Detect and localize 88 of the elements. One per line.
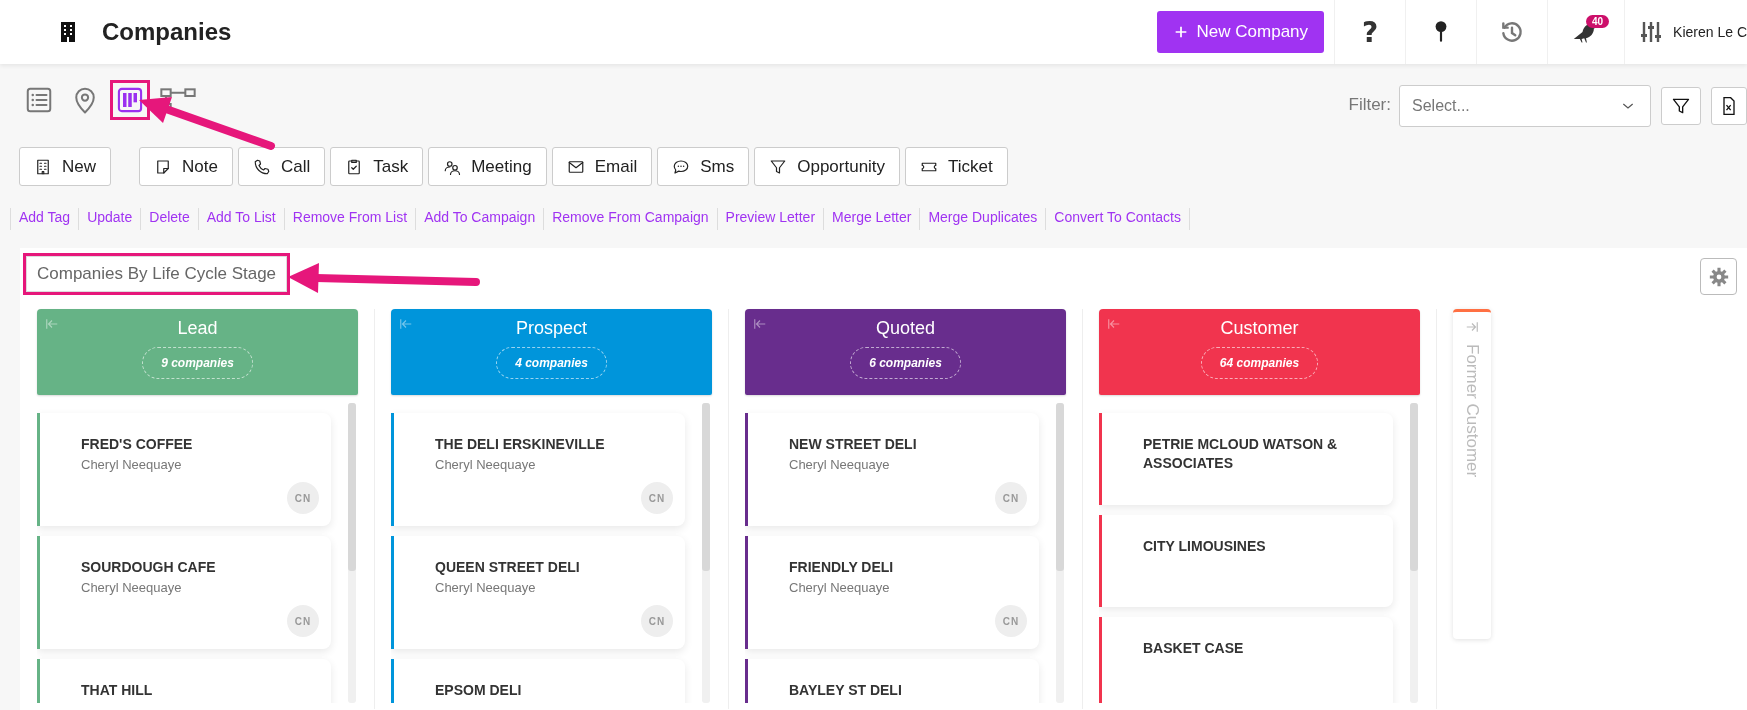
action-link[interactable]: Add Tag <box>10 208 79 230</box>
company-name: QUEEN STREET DELI <box>435 558 581 577</box>
column-title: Lead <box>177 318 218 339</box>
company-card[interactable]: FRIENDLY DELI Cheryl Neequaye CN <box>745 536 1039 649</box>
filter-label: Filter: <box>1348 95 1391 115</box>
meeting-button[interactable]: Meeting <box>428 147 547 186</box>
kanban-icon <box>116 86 144 114</box>
settings-button[interactable] <box>1700 258 1737 295</box>
expand-arrow-icon <box>1465 320 1479 334</box>
owner-name: Cheryl Neequaye <box>81 580 183 595</box>
note-icon <box>154 157 172 176</box>
user-name[interactable]: Kieren Le C <box>1673 24 1747 40</box>
action-link[interactable]: Update <box>78 208 141 230</box>
owner-avatar: CN <box>641 605 673 637</box>
owner-avatar: CN <box>287 482 319 514</box>
filter-select[interactable]: Select... <box>1399 85 1651 127</box>
sms-button[interactable]: Sms <box>657 147 750 186</box>
company-name: FRED'S COFFEE <box>81 435 194 454</box>
company-card[interactable]: THE DELI ERSKINEVILLE Cheryl Neequaye CN <box>391 413 685 526</box>
collapse-arrow-icon <box>1107 317 1121 331</box>
kanban-view-button[interactable] <box>110 80 150 120</box>
company-card[interactable]: BASKET CASE <box>1099 617 1393 703</box>
action-link[interactable]: Add To Campaign <box>415 208 544 230</box>
company-name: CITY LIMOUSINES <box>1143 537 1267 556</box>
sliders-icon <box>1639 20 1664 44</box>
owner-name: Cheryl Neequaye <box>81 457 183 472</box>
collapse-arrow-icon <box>753 317 767 331</box>
company-card[interactable]: NEW STREET DELI Cheryl Neequaye CN <box>745 413 1039 526</box>
phone-icon <box>252 157 271 176</box>
building-icon <box>34 157 52 176</box>
owner-avatar: CN <box>995 605 1027 637</box>
ticket-button[interactable]: Ticket <box>905 147 1008 186</box>
action-link[interactable]: Preview Letter <box>716 208 824 230</box>
email-button[interactable]: Email <box>551 147 653 186</box>
company-name: PETRIE MCLOUD WATSON & ASSOCIATES <box>1143 435 1339 473</box>
speech-bubble-icon <box>672 157 691 176</box>
company-name: BASKET CASE <box>1143 639 1245 658</box>
company-name: EPSOM DELI <box>435 681 523 700</box>
note-button[interactable]: Note <box>139 147 233 186</box>
company-card[interactable]: EPSOM DELI <box>391 659 685 703</box>
column-title: Customer <box>1220 318 1299 339</box>
company-name: FRIENDLY DELI <box>789 558 895 577</box>
owner-avatar: CN <box>641 482 673 514</box>
company-name: SOURDOUGH CAFE <box>81 558 217 577</box>
page-title: Companies <box>102 18 232 46</box>
funnel-icon <box>1671 96 1691 116</box>
help-button[interactable]: ? <box>1361 15 1379 49</box>
filter-button[interactable] <box>1661 87 1701 125</box>
company-name: THAT HILL <box>81 681 154 700</box>
company-name: NEW STREET DELI <box>789 435 918 454</box>
action-link[interactable]: Merge Duplicates <box>919 208 1046 230</box>
company-card[interactable]: FRED'S COFFEE Cheryl Neequaye CN <box>37 413 331 526</box>
owner-name: Cheryl Neequaye <box>789 580 891 595</box>
column-title: Prospect <box>515 318 587 339</box>
owner-name: Cheryl Neequaye <box>435 580 537 595</box>
opportunity-button[interactable]: Opportunity <box>754 147 901 186</box>
collapse-arrow-icon <box>45 317 59 331</box>
notification-badge: 40 <box>1586 15 1610 28</box>
task-button[interactable]: Task <box>330 147 424 186</box>
board-title: Companies By Life Cycle Stage <box>23 252 291 295</box>
column-title: Quoted <box>875 318 935 339</box>
action-link[interactable]: Delete <box>140 208 198 230</box>
call-button[interactable]: Call <box>237 147 326 186</box>
action-link[interactable]: Merge Letter <box>823 208 920 230</box>
company-card[interactable]: BAYLEY ST DELI <box>745 659 1039 703</box>
company-name: BAYLEY ST DELI <box>789 681 903 700</box>
company-card[interactable]: PETRIE MCLOUD WATSON & ASSOCIATES <box>1099 413 1393 505</box>
action-link[interactable]: Remove From List <box>283 208 416 230</box>
company-card[interactable]: CITY LIMOUSINES <box>1099 515 1393 607</box>
list-icon <box>24 85 54 115</box>
funnel-icon <box>769 157 788 176</box>
owner-name: Cheryl Neequaye <box>789 457 891 472</box>
company-card[interactable]: QUEEN STREET DELI Cheryl Neequaye CN <box>391 536 685 649</box>
company-name: THE DELI ERSKINEVILLE <box>435 435 606 454</box>
new-company-button[interactable]: New Company <box>1156 11 1325 53</box>
action-link[interactable]: Convert To Contacts <box>1045 208 1190 230</box>
owner-name: Cheryl Neequaye <box>435 457 537 472</box>
owner-avatar: CN <box>287 605 319 637</box>
new-button[interactable]: New <box>19 147 111 186</box>
settings-icon <box>1707 265 1730 288</box>
column-title: Former Customer <box>1462 344 1482 478</box>
company-card[interactable]: THAT HILL <box>37 659 331 703</box>
company-card[interactable]: SOURDOUGH CAFE Cheryl Neequaye CN <box>37 536 331 649</box>
owner-avatar: CN <box>995 482 1027 514</box>
action-link[interactable]: Add To List <box>197 208 284 230</box>
action-link[interactable]: Remove From Campaign <box>543 208 717 230</box>
collapse-arrow-icon <box>399 317 413 331</box>
excel-export-button[interactable] <box>1711 87 1747 125</box>
